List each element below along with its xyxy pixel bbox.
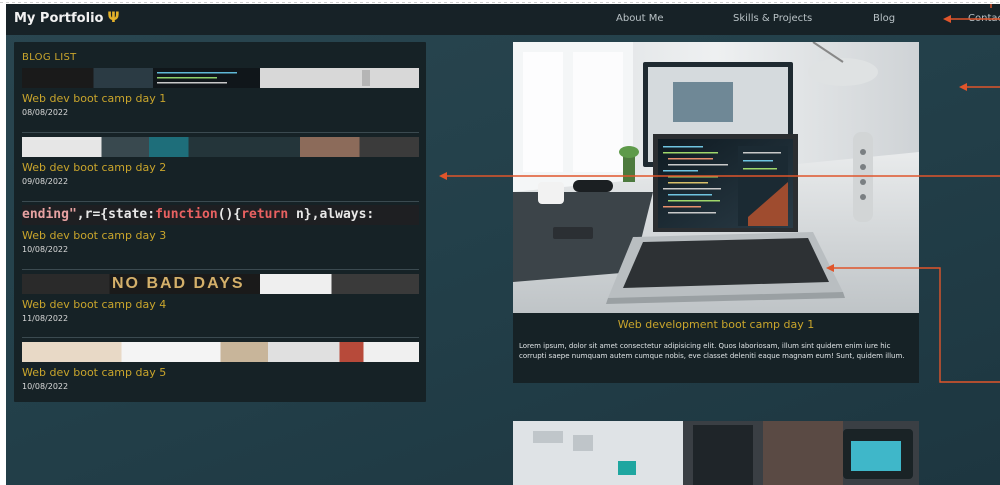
code-snippet-image: ending",r={state:function(){return n},al… [22,207,375,222]
nav-about-me[interactable]: About Me [616,13,664,24]
blog-list-title: BLOG LIST [22,52,77,63]
nav-skills-projects[interactable]: Skills & Projects [733,13,812,24]
nav-contact[interactable]: Contact [968,13,1000,24]
blog-thumbnail [22,68,419,88]
divider [22,201,419,202]
blog-list-item[interactable]: Web dev boot camp day 2 09/08/2022 [22,137,419,203]
divider [22,269,419,270]
blog-thumbnail [22,137,419,157]
blog-list-item[interactable]: Web dev boot camp day 1 08/08/2022 [22,68,419,134]
featured-title: Web development boot camp day 1 [617,318,815,331]
blog-list-panel: BLOG LIST Web dev boot camp day 1 08/08/… [14,42,426,402]
divider [22,337,419,338]
blog-card-partial[interactable] [513,421,919,485]
blog-thumbnail [22,342,419,362]
page: My Portfolio Ψ About Me Skills & Project… [6,4,1000,485]
navbar: My Portfolio Ψ About Me Skills & Project… [6,4,1000,35]
blog-item-date: 08/08/2022 [22,108,69,117]
sign-image: NO BAD DAYS [112,275,245,292]
laptop-desk-image [513,42,919,313]
blog-item-date: 10/08/2022 [22,382,69,391]
blog-item-title: Web dev boot camp day 1 [22,92,167,105]
blog-item-title: Web dev boot camp day 2 [22,161,167,174]
blog-thumbnail: NO BAD DAYS [22,274,419,294]
brand-name: My Portfolio [14,10,104,26]
workspace-image [513,421,919,485]
blog-list-item[interactable]: NO BAD DAYS Web dev boot camp day 4 11/0… [22,274,419,340]
blog-list-item[interactable]: ending",r={state:function(){return n},al… [22,205,419,271]
trident-icon: Ψ [107,10,120,26]
featured-image [513,42,919,313]
blog-list-item[interactable]: Web dev boot camp day 5 10/08/2022 [22,342,419,408]
featured-blog-card[interactable]: Web development boot camp day 1 Lorem ip… [513,42,919,383]
blog-item-date: 09/08/2022 [22,177,69,186]
blog-item-date: 10/08/2022 [22,245,69,254]
nav-blog[interactable]: Blog [873,13,895,24]
blog-thumbnail: ending",r={state:function(){return n},al… [22,205,419,225]
blog-item-title: Web dev boot camp day 4 [22,298,167,311]
brand-logo[interactable]: My Portfolio Ψ [14,10,119,26]
code-screen-image [157,70,370,86]
featured-body: Lorem ipsum, dolor sit amet consectetur … [519,342,905,360]
blog-item-date: 11/08/2022 [22,314,69,323]
divider [22,132,419,133]
blog-item-title: Web dev boot camp day 3 [22,229,167,242]
blog-item-title: Web dev boot camp day 5 [22,366,167,379]
